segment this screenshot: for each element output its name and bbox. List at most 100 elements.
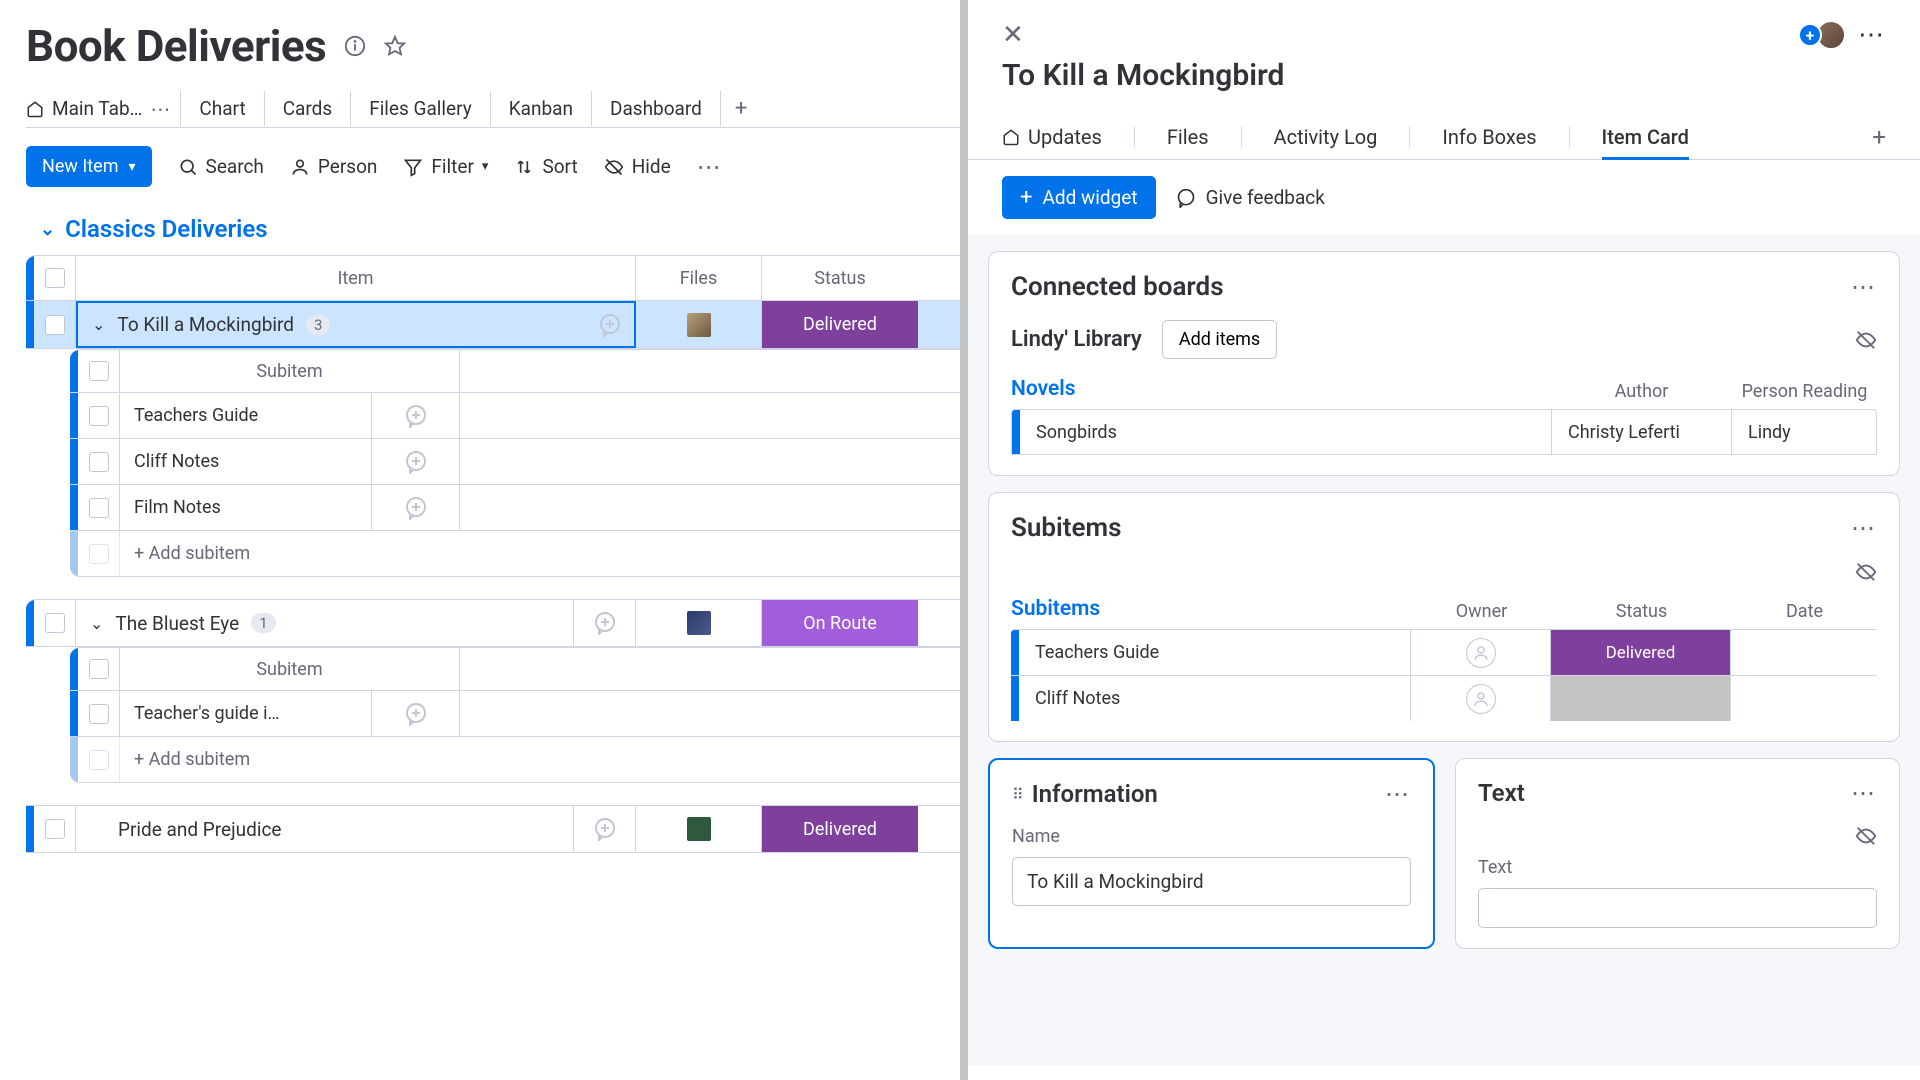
add-tab-button[interactable]: + xyxy=(1872,123,1886,151)
item-name-cell[interactable]: ⌄ To Kill a Mockingbird 3 xyxy=(76,301,636,348)
panel-title[interactable]: To Kill a Mockingbird xyxy=(1002,58,1886,93)
add-widget-button[interactable]: + Add widget xyxy=(1002,176,1156,219)
add-update-icon[interactable] xyxy=(372,439,460,484)
connected-group-label[interactable]: Novels xyxy=(1011,373,1551,409)
add-items-button[interactable]: Add items xyxy=(1162,320,1277,359)
select-all-checkbox[interactable] xyxy=(78,350,120,392)
expand-subitems-icon[interactable]: ⌄ xyxy=(92,315,105,334)
status-cell[interactable]: Delivered xyxy=(762,806,918,852)
subitem-column-header[interactable]: Subitem xyxy=(120,648,460,690)
subitem-row[interactable]: Teachers Guide xyxy=(70,393,960,439)
text-field-value[interactable] xyxy=(1478,888,1877,928)
information-widget[interactable]: ⠿ Information ⋯ Name To Kill a Mockingbi… xyxy=(988,758,1435,949)
tab-files[interactable]: Files xyxy=(1167,115,1209,159)
tab-activity-log[interactable]: Activity Log xyxy=(1274,115,1378,159)
subitems-group-label[interactable]: Subitems xyxy=(1011,593,1411,629)
star-icon[interactable] xyxy=(384,35,406,57)
more-actions-icon[interactable]: ⋯ xyxy=(697,153,723,181)
subitem-name[interactable]: Film Notes xyxy=(120,485,372,530)
subitem-row[interactable]: Teachers Guide Delivered xyxy=(1011,629,1877,675)
owner-cell[interactable] xyxy=(1411,630,1551,675)
view-tab-dashboard[interactable]: Dashboard xyxy=(592,91,721,126)
view-tab-files[interactable]: Files Gallery xyxy=(351,91,491,126)
visibility-toggle-icon[interactable] xyxy=(1855,561,1877,583)
item-name-cell[interactable]: ⌄ The Bluest Eye 1 xyxy=(76,600,574,646)
subitem-row[interactable]: Cliff Notes xyxy=(70,439,960,485)
add-view-button[interactable]: + xyxy=(721,90,761,127)
subitem-name[interactable]: Teacher's guide i… xyxy=(120,691,372,736)
subitem-column-header[interactable]: Subitem xyxy=(120,350,460,392)
subitem-name[interactable]: Cliff Notes xyxy=(120,439,372,484)
row-checkbox[interactable] xyxy=(78,691,120,736)
tab-updates[interactable]: Updates xyxy=(1002,115,1102,159)
date-cell[interactable] xyxy=(1731,676,1877,721)
close-icon[interactable]: ✕ xyxy=(1002,20,1024,50)
status-cell[interactable]: Delivered xyxy=(1551,630,1731,675)
column-header-files[interactable]: Files xyxy=(636,256,762,300)
select-all-checkbox[interactable] xyxy=(34,256,76,300)
widget-menu-icon[interactable]: ⋯ xyxy=(1851,514,1877,542)
drag-handle-icon[interactable]: ⠿ xyxy=(1012,785,1024,804)
add-update-icon[interactable] xyxy=(574,806,636,852)
add-subitem-row[interactable]: + Add subitem xyxy=(70,737,960,783)
status-cell[interactable]: On Route xyxy=(762,600,918,646)
subitem-row[interactable]: Cliff Notes xyxy=(1011,675,1877,721)
row-checkbox[interactable] xyxy=(78,439,120,484)
widget-menu-icon[interactable]: ⋯ xyxy=(1851,273,1877,301)
row-checkbox[interactable] xyxy=(34,806,76,852)
view-tab-kanban[interactable]: Kanban xyxy=(491,91,592,126)
view-tab-main[interactable]: Main Tab… ⋯ xyxy=(26,91,181,126)
name-field-value[interactable]: To Kill a Mockingbird xyxy=(1012,857,1411,906)
search-tool[interactable]: Search xyxy=(178,155,264,178)
add-update-icon[interactable] xyxy=(574,600,636,646)
info-icon[interactable] xyxy=(344,35,366,57)
sort-tool[interactable]: Sort xyxy=(514,155,577,178)
row-checkbox[interactable] xyxy=(78,485,120,530)
connected-board-name[interactable]: Lindy' Library xyxy=(1011,327,1142,352)
date-cell[interactable] xyxy=(1731,630,1877,675)
status-cell[interactable]: Delivered xyxy=(762,301,918,348)
widget-menu-icon[interactable]: ⋯ xyxy=(1385,780,1411,808)
visibility-toggle-icon[interactable] xyxy=(1855,329,1877,351)
files-cell[interactable] xyxy=(636,301,762,348)
row-checkbox[interactable] xyxy=(78,393,120,438)
visibility-toggle-icon[interactable] xyxy=(1855,825,1877,847)
member-avatars[interactable]: + xyxy=(1798,20,1846,50)
new-item-button[interactable]: New Item ▾ xyxy=(26,146,152,187)
add-subitem-row[interactable]: + Add subitem xyxy=(70,531,960,577)
subitem-name[interactable]: Teachers Guide xyxy=(120,393,372,438)
item-row[interactable]: Pride and Prejudice Delivered xyxy=(26,805,960,853)
expand-subitems-icon[interactable]: ⌄ xyxy=(90,614,103,633)
row-checkbox[interactable] xyxy=(34,301,76,348)
add-member-icon[interactable]: + xyxy=(1798,23,1822,47)
tab-item-card[interactable]: Item Card xyxy=(1602,115,1689,159)
group-header[interactable]: ⌄ Classics Deliveries xyxy=(26,215,960,243)
subitem-row[interactable]: Film Notes xyxy=(70,485,960,531)
item-name-cell[interactable]: Pride and Prejudice xyxy=(76,806,574,852)
item-row[interactable]: ⌄ To Kill a Mockingbird 3 Delivered xyxy=(26,301,960,349)
connected-item-row[interactable]: Songbirds Christy Leferti Lindy xyxy=(1011,409,1877,455)
files-cell[interactable] xyxy=(636,806,762,852)
filter-tool[interactable]: Filter ▾ xyxy=(403,155,488,178)
add-update-icon[interactable] xyxy=(372,485,460,530)
give-feedback-link[interactable]: Give feedback xyxy=(1176,186,1325,209)
widget-menu-icon[interactable]: ⋯ xyxy=(1851,779,1877,807)
column-header-status[interactable]: Status xyxy=(762,256,918,300)
view-tab-chart[interactable]: Chart xyxy=(181,91,264,126)
column-header-item[interactable]: Item xyxy=(76,256,636,300)
add-update-icon[interactable] xyxy=(598,313,622,337)
person-tool[interactable]: Person xyxy=(290,155,378,178)
hide-tool[interactable]: Hide xyxy=(604,155,671,178)
more-actions-icon[interactable]: ⋯ xyxy=(1858,20,1886,50)
tab-info-boxes[interactable]: Info Boxes xyxy=(1442,115,1536,159)
add-update-icon[interactable] xyxy=(372,691,460,736)
add-update-icon[interactable] xyxy=(372,393,460,438)
owner-cell[interactable] xyxy=(1411,676,1551,721)
files-cell[interactable] xyxy=(636,600,762,646)
item-row[interactable]: ⌄ The Bluest Eye 1 On Route xyxy=(26,599,960,647)
status-cell[interactable] xyxy=(1551,676,1731,721)
subitem-row[interactable]: Teacher's guide i… xyxy=(70,691,960,737)
view-tab-cards[interactable]: Cards xyxy=(265,91,352,126)
select-all-checkbox[interactable] xyxy=(78,648,120,690)
row-checkbox[interactable] xyxy=(34,600,76,646)
